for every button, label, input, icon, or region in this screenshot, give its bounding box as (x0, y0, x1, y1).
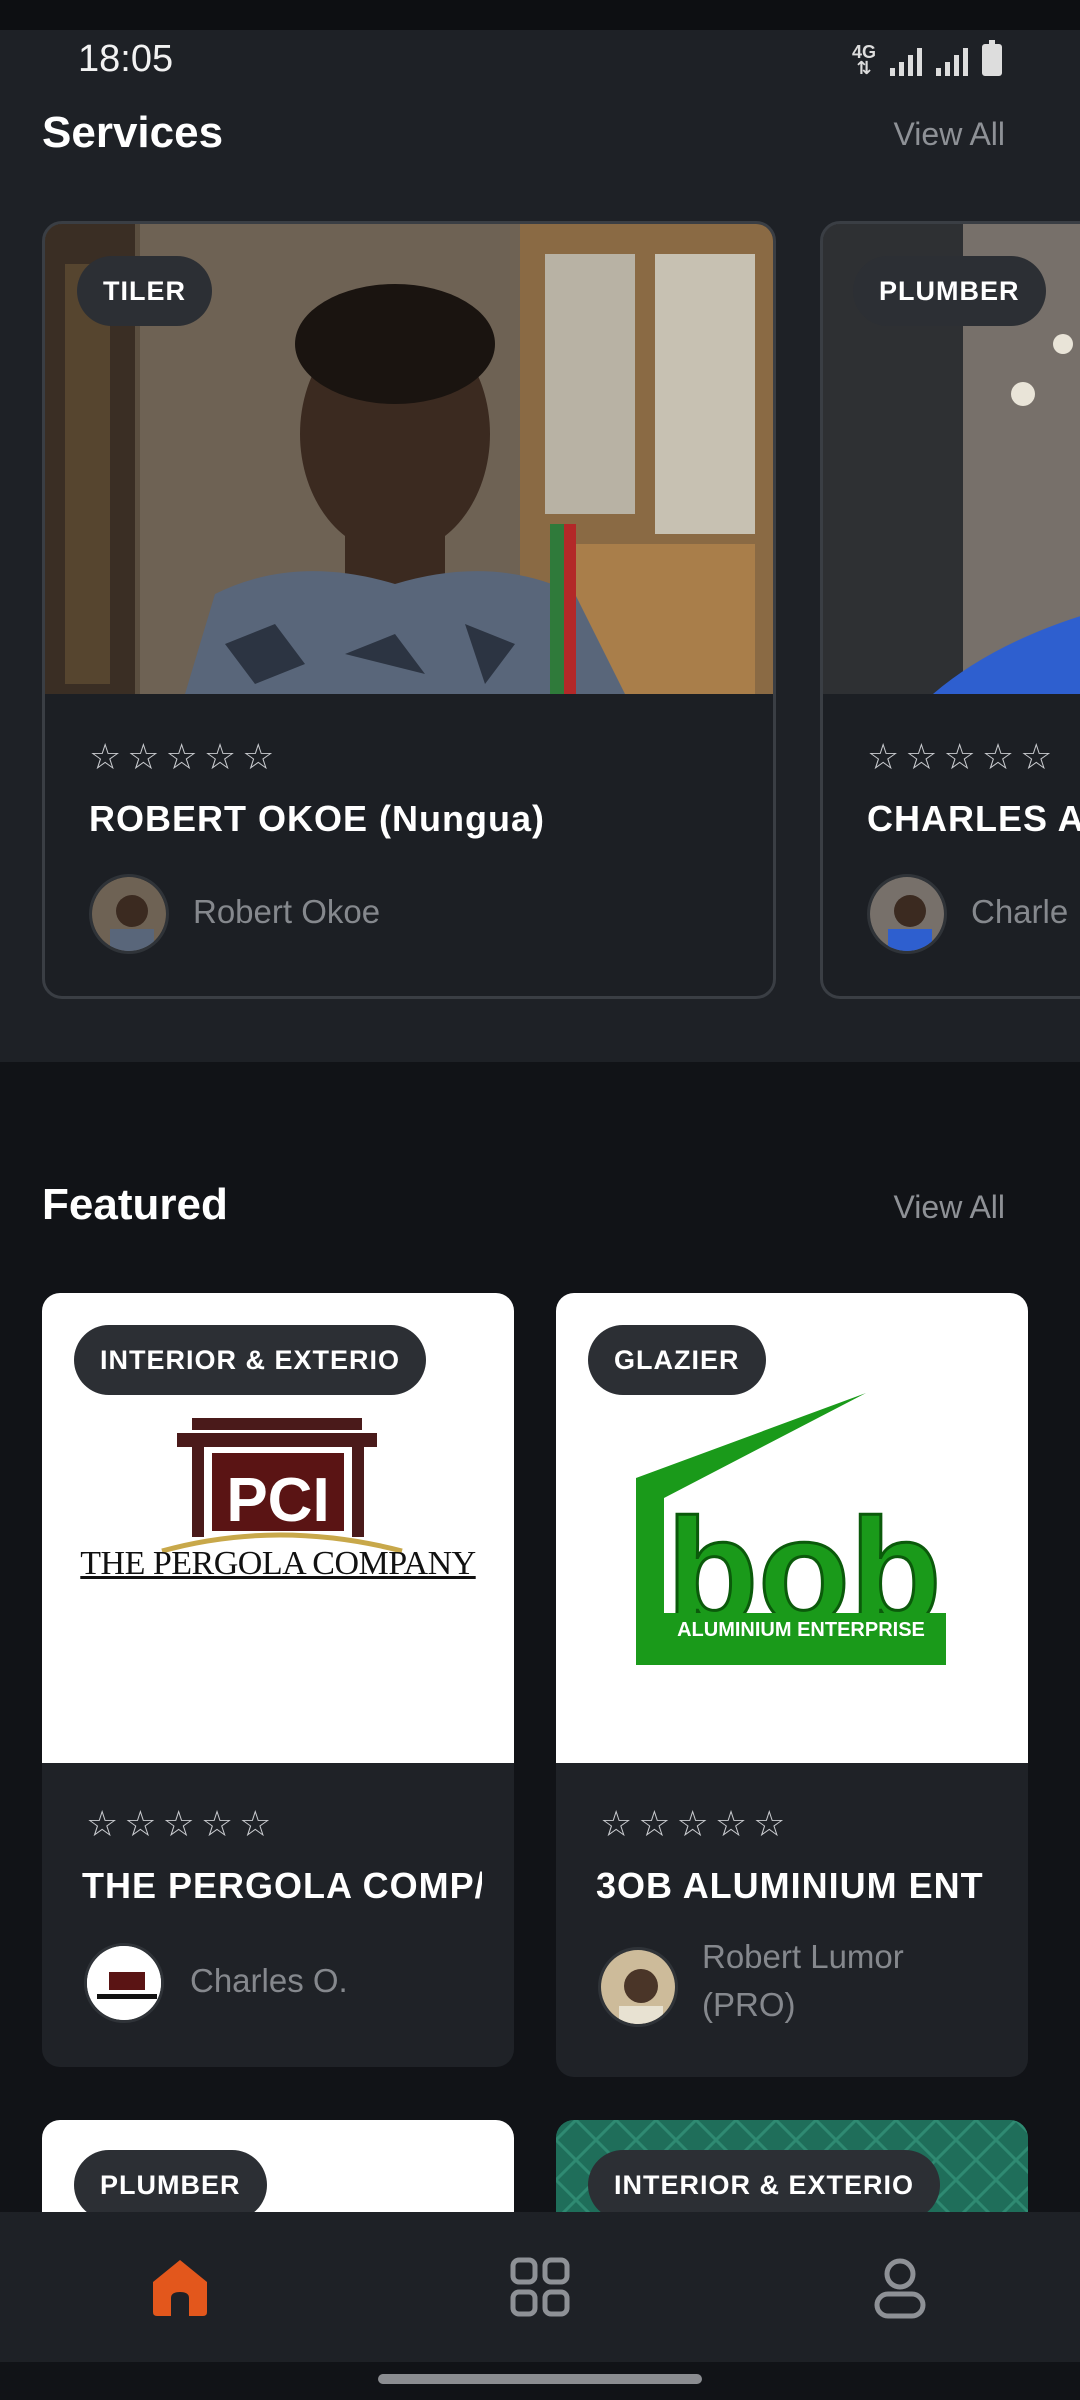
svg-text:PCI: PCI (226, 1466, 329, 1535)
featured-card[interactable]: PLUMBER (42, 2120, 514, 2212)
status-time: 18:05 (78, 38, 174, 80)
rating-stars: ☆☆☆☆☆ (89, 736, 281, 777)
owner-name: Robert Lumor (PRO) (702, 1938, 904, 2023)
featured-card[interactable]: INTERIOR & EXTERIO (556, 2120, 1028, 2212)
avatar (598, 1947, 678, 2027)
status-icons: 4G ⇅ (851, 40, 1002, 78)
service-card[interactable]: PLUMBER ☆☆☆☆☆ CHARLES A Charle (820, 221, 1080, 999)
avatar (89, 874, 169, 954)
rating-stars: ☆☆☆☆☆ (86, 1803, 278, 1844)
category-pill: PLUMBER (74, 2150, 267, 2212)
svg-text:ALUMINIUM ENTERPRISE: ALUMINIUM ENTERPRISE (677, 1619, 925, 1641)
owner-name: Charles O. (190, 1962, 348, 1999)
home-icon (153, 2260, 207, 2316)
featured-card-title: THE PERGOLA COMP/ (82, 1865, 482, 1906)
services-title: Services (42, 108, 224, 157)
signal-icon-2 (936, 46, 968, 76)
category-pill: INTERIOR & EXTERIO (74, 1325, 427, 1395)
category-pill: INTERIOR & EXTERIO (588, 2150, 941, 2212)
service-title: CHARLES A (867, 798, 1080, 839)
featured-title: Featured (42, 1180, 228, 1229)
logo-wordmark: THE PERGOLA COMPANY (80, 1545, 476, 1582)
avatar (84, 1943, 164, 2023)
service-title: ROBERT OKOE (Nungua) (89, 798, 545, 839)
network-type-icon: 4G ⇅ (851, 42, 876, 78)
owner-name: Charle (971, 893, 1069, 930)
grid-icon (510, 2257, 570, 2317)
user-icon (874, 2258, 926, 2319)
category-pill: TILER (77, 256, 212, 326)
battery-icon (982, 40, 1002, 76)
rating-stars: ☆☆☆☆☆ (867, 736, 1059, 777)
category-pill: PLUMBER (853, 256, 1046, 326)
nav-profile[interactable] (865, 2252, 935, 2322)
featured-card[interactable]: PCI THE PERGOLA COMPANY INTERIOR & EXTER… (42, 1293, 514, 2067)
nav-home[interactable] (145, 2252, 215, 2322)
featured-card[interactable]: bob ALUMINIUM ENTERPRISE GLAZIER ☆☆☆☆☆ 3… (556, 1293, 1028, 2077)
services-view-all-link[interactable]: View All (894, 116, 1005, 153)
featured-view-all-link[interactable]: View All (894, 1189, 1005, 1226)
category-pill: GLAZIER (588, 1325, 766, 1395)
gesture-home-bar[interactable] (378, 2374, 702, 2384)
featured-card-title: 3OB ALUMINIUM ENT (596, 1865, 984, 1906)
rating-stars: ☆☆☆☆☆ (600, 1803, 792, 1844)
nav-categories[interactable] (505, 2252, 575, 2322)
owner-name: Robert Okoe (193, 893, 381, 930)
top-band (0, 0, 1080, 30)
avatar (867, 874, 947, 954)
service-card[interactable]: TILER ☆☆☆☆☆ ROBERT OKOE (Nungua) Robert … (42, 221, 776, 999)
status-bar: 18:05 4G ⇅ (0, 30, 1080, 92)
services-section: Services View All TILER ☆☆☆☆☆ ROBERT OKO… (0, 92, 1080, 1062)
signal-icon (890, 46, 922, 76)
bottom-navigation (0, 2212, 1080, 2362)
